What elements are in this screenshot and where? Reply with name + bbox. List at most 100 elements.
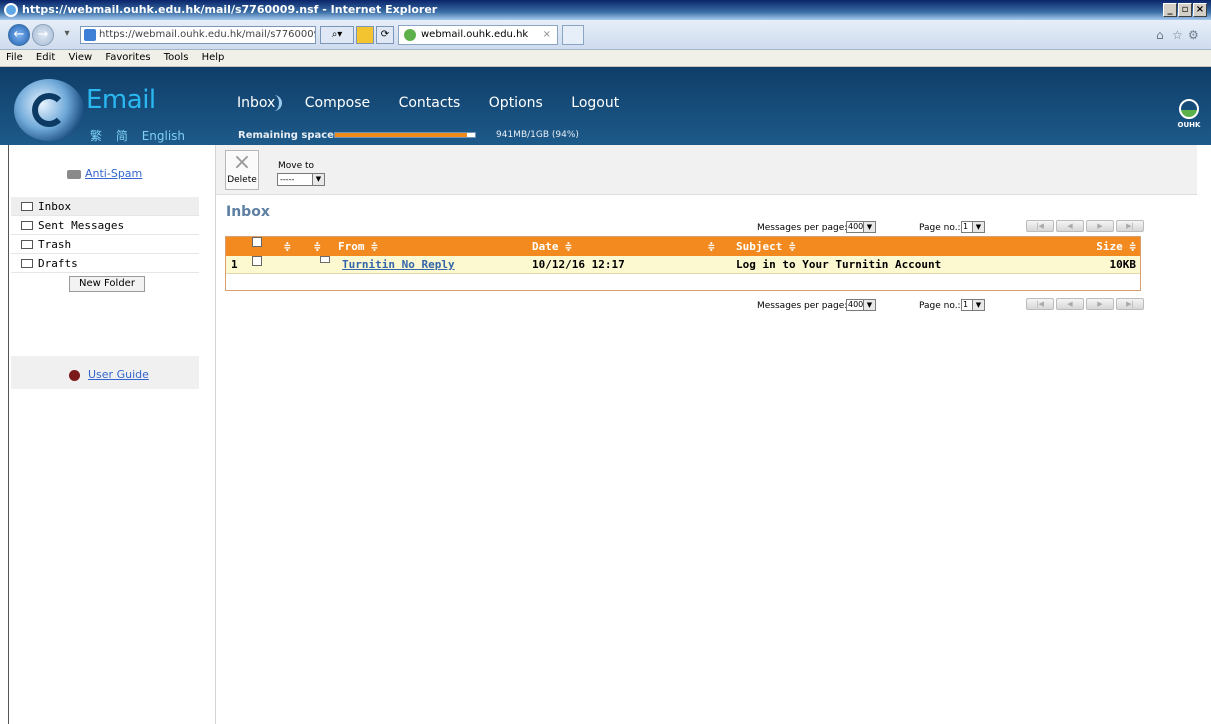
maximize-icon[interactable]: ▫ xyxy=(1178,3,1192,17)
user-guide-link[interactable]: User Guide xyxy=(69,368,149,381)
next-page-icon[interactable]: ▶ xyxy=(1086,298,1114,310)
folder-drafts[interactable]: Drafts xyxy=(11,254,199,273)
page-no-select-bottom[interactable]: 1 ▼ xyxy=(961,299,985,311)
column-from[interactable]: From ≑ xyxy=(338,237,378,256)
messages-per-page-select-bottom[interactable]: 400 ▼ xyxy=(846,299,876,311)
tab-close-icon[interactable]: × xyxy=(543,26,551,44)
browser-tab[interactable]: webmail.ouhk.edu.hk × xyxy=(398,25,558,45)
prev-page-icon[interactable]: ◀ xyxy=(1056,298,1084,310)
anti-spam-link[interactable]: Anti-Spam xyxy=(67,167,142,180)
menu-file[interactable]: File xyxy=(6,50,23,66)
email-logo-icon xyxy=(14,79,84,141)
site-favicon-icon xyxy=(404,29,416,41)
quota-progress-fill xyxy=(335,133,467,137)
row-date: 10/12/16 12:17 xyxy=(532,258,625,271)
column-date[interactable]: Date ≑ xyxy=(532,237,572,256)
folder-icon xyxy=(21,240,33,249)
window-title: https://webmail.ouhk.edu.hk/mail/s776000… xyxy=(22,3,438,16)
quota-text: 941MB/1GB (94%) xyxy=(496,130,579,140)
folder-sent-messages[interactable]: Sent Messages xyxy=(11,216,199,235)
chevron-down-icon: ▼ xyxy=(972,222,984,232)
folder-trash[interactable]: Trash xyxy=(11,235,199,254)
next-page-icon[interactable]: ▶ xyxy=(1086,220,1114,232)
quota-progress-bar xyxy=(334,132,476,138)
pager-bottom: |◀ ◀ ▶ ▶| xyxy=(1026,298,1144,310)
nav-inbox[interactable]: Inbox xyxy=(237,95,283,111)
close-icon[interactable]: × xyxy=(1193,3,1207,17)
move-to-select[interactable]: ----- ▼ xyxy=(277,173,325,186)
back-arrow-icon[interactable]: ← xyxy=(8,24,30,46)
nav-contacts[interactable]: Contacts xyxy=(399,95,461,111)
new-folder-button[interactable]: New Folder xyxy=(69,276,145,292)
last-page-icon[interactable]: ▶| xyxy=(1116,298,1144,310)
menu-edit[interactable]: Edit xyxy=(36,50,55,66)
nav-compose[interactable]: Compose xyxy=(305,95,370,111)
minimize-icon[interactable]: _ xyxy=(1163,3,1177,17)
column-subject[interactable]: Subject ≑ xyxy=(736,237,796,256)
messages-per-page-label-bottom: Messages per page: xyxy=(757,301,848,311)
row-from[interactable]: Turnitin No Reply xyxy=(342,256,455,274)
folder-inbox[interactable]: Inbox xyxy=(11,197,199,216)
lock-icon[interactable] xyxy=(356,26,374,44)
table-header: ≑ ≑ From ≑ Date ≑ ≑ Subject ≑ Size ≑ xyxy=(226,237,1140,256)
history-dropdown-icon[interactable]: ▾ xyxy=(58,26,76,44)
menu-tools[interactable]: Tools xyxy=(164,50,189,66)
menu-favorites[interactable]: Favorites xyxy=(105,50,150,66)
ouhk-logo: OUHK xyxy=(1176,99,1202,133)
lang-traditional[interactable]: 繁 xyxy=(90,129,102,143)
menu-bar: File Edit View Favorites Tools Help xyxy=(0,50,1211,67)
page-no-select[interactable]: 1 ▼ xyxy=(961,221,985,233)
folder-icon xyxy=(21,259,33,268)
row-size: 10KB xyxy=(1109,258,1137,271)
forward-arrow-icon[interactable]: → xyxy=(32,24,54,46)
page-no-label: Page no.: xyxy=(919,223,961,233)
pager-top: |◀ ◀ ▶ ▶| xyxy=(1026,220,1144,232)
messages-per-page-select[interactable]: 400 ▼ xyxy=(846,221,876,233)
new-tab-button[interactable] xyxy=(562,25,584,45)
remaining-space-label: Remaining space xyxy=(238,130,334,141)
column-size[interactable]: Size ≑ xyxy=(1096,237,1136,256)
main-nav: Inbox Compose Contacts Options Logout xyxy=(237,95,643,111)
anti-spam-icon xyxy=(67,169,81,179)
delete-button[interactable]: × Delete xyxy=(225,150,259,190)
nav-logout[interactable]: Logout xyxy=(571,95,619,111)
folder-open-icon xyxy=(21,202,33,211)
sidebar: Anti-Spam Inbox Sent Messages Trash Draf… xyxy=(8,145,216,724)
settings-gear-icon[interactable]: ⚙ xyxy=(1188,28,1199,42)
row-subject[interactable]: Log in to Your Turnitin Account xyxy=(736,256,941,274)
ouhk-emblem-icon xyxy=(1179,99,1199,119)
nav-options[interactable]: Options xyxy=(489,95,543,111)
menu-view[interactable]: View xyxy=(68,50,92,66)
chevron-down-icon: ▼ xyxy=(312,174,324,185)
first-page-icon[interactable]: |◀ xyxy=(1026,298,1054,310)
prev-page-icon[interactable]: ◀ xyxy=(1056,220,1084,232)
window-title-bar: https://webmail.ouhk.edu.hk/mail/s776000… xyxy=(0,0,1211,20)
menu-help[interactable]: Help xyxy=(202,50,225,66)
favorites-star-icon[interactable]: ☆ xyxy=(1172,28,1183,42)
page-icon xyxy=(84,29,96,41)
help-icon xyxy=(69,369,80,381)
language-switcher: 繁 简 English xyxy=(90,127,195,144)
table-row[interactable]: 1 Turnitin No Reply 10/12/16 12:17 Log i… xyxy=(226,256,1140,274)
chevron-down-icon: ▼ xyxy=(863,300,875,310)
search-dropdown-icon[interactable]: ⌕▾ xyxy=(320,26,354,44)
chevron-down-icon: ▼ xyxy=(863,222,875,232)
address-bar-row: ← → ▾ https://webmail.ouhk.edu.hk/mail/s… xyxy=(0,20,1211,50)
refresh-icon[interactable]: ⟳ xyxy=(376,26,394,44)
internet-explorer-icon xyxy=(4,3,18,17)
first-page-icon[interactable]: |◀ xyxy=(1026,220,1054,232)
home-icon[interactable]: ⌂ xyxy=(1156,28,1164,42)
sort-status-icon[interactable]: ≑ xyxy=(284,237,291,256)
lang-english[interactable]: English xyxy=(142,129,185,143)
lang-simplified[interactable]: 简 xyxy=(116,129,128,143)
sort-subject-icon[interactable]: ≑ xyxy=(708,237,715,256)
chevron-down-icon: ▼ xyxy=(972,300,984,310)
message-table: ≑ ≑ From ≑ Date ≑ ≑ Subject ≑ Size ≑ 1 T… xyxy=(225,236,1141,291)
message-toolbar: × Delete Move to ----- ▼ xyxy=(216,145,1197,195)
last-page-icon[interactable]: ▶| xyxy=(1116,220,1144,232)
sort-type-icon[interactable]: ≑ xyxy=(314,237,321,256)
address-input[interactable]: https://webmail.ouhk.edu.hk/mail/s776000… xyxy=(80,26,316,44)
messages-per-page-label: Messages per page: xyxy=(757,223,848,233)
page-no-label-bottom: Page no.: xyxy=(919,301,961,311)
folder-icon xyxy=(21,221,33,230)
